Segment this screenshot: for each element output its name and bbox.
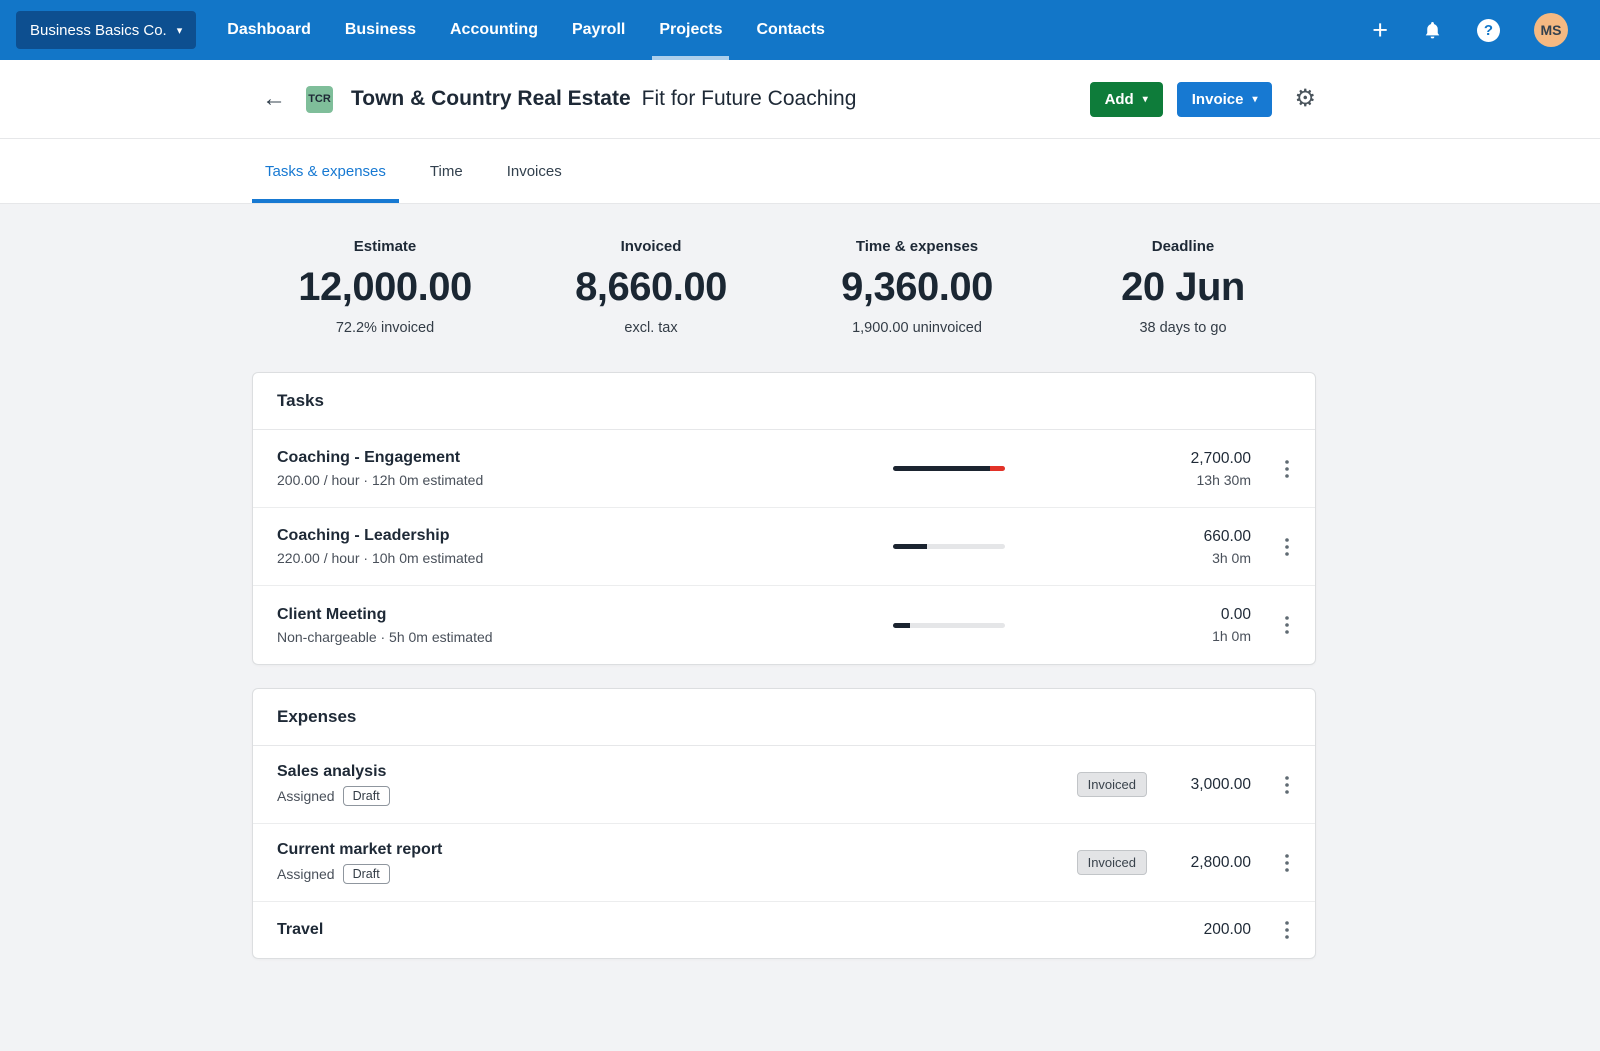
task-row[interactable]: Coaching - Leadership 220.00 / hour · 10… xyxy=(253,508,1315,586)
stat-estimate: Estimate 12,000.00 72.2% invoiced xyxy=(252,238,518,336)
expense-row[interactable]: Sales analysis Assigned Draft Invoiced 3… xyxy=(253,746,1315,824)
expense-assigned-label: Assigned xyxy=(277,788,335,804)
chevron-down-icon: ▾ xyxy=(1252,94,1257,105)
stat-invoiced: Invoiced 8,660.00 excl. tax xyxy=(518,238,784,336)
org-selector[interactable]: Business Basics Co. ▾ xyxy=(16,11,196,49)
expense-row[interactable]: Travel 200.00 xyxy=(253,902,1315,958)
draft-badge: Draft xyxy=(343,786,390,806)
nav-item-business[interactable]: Business xyxy=(328,0,433,60)
tasks-card-title: Tasks xyxy=(253,373,1315,430)
kebab-menu-icon[interactable] xyxy=(1251,538,1291,556)
page-header-band: ← TCR Town & Country Real Estate Fit for… xyxy=(0,60,1600,139)
nav-item-accounting[interactable]: Accounting xyxy=(433,0,555,60)
client-initials-badge: TCR xyxy=(306,86,333,113)
project-stats: Estimate 12,000.00 72.2% invoiced Invoic… xyxy=(252,238,1316,336)
task-amount: 0.00 xyxy=(1091,606,1251,624)
task-amount: 2,700.00 xyxy=(1091,450,1251,468)
task-progress-bar xyxy=(893,466,1005,471)
task-name: Coaching - Leadership xyxy=(277,527,893,545)
add-button[interactable]: Add ▾ xyxy=(1090,82,1163,117)
task-detail: 200.00 / hour · 12h 0m estimated xyxy=(277,472,893,488)
expense-row[interactable]: Current market report Assigned Draft Inv… xyxy=(253,824,1315,902)
project-name: Fit for Future Coaching xyxy=(642,87,857,111)
task-detail: 220.00 / hour · 10h 0m estimated xyxy=(277,550,893,566)
task-amount: 660.00 xyxy=(1091,528,1251,546)
invoiced-badge: Invoiced xyxy=(1077,850,1147,875)
task-progress-bar xyxy=(893,544,1005,549)
add-new-icon[interactable]: + xyxy=(1372,17,1388,44)
task-name: Coaching - Engagement xyxy=(277,449,893,467)
expenses-card: Expenses Sales analysis Assigned Draft I… xyxy=(252,688,1316,959)
draft-badge: Draft xyxy=(343,864,390,884)
kebab-menu-icon[interactable] xyxy=(1251,921,1291,939)
task-time-logged: 13h 30m xyxy=(1091,472,1251,488)
notifications-bell-icon[interactable] xyxy=(1422,19,1443,41)
invoice-button[interactable]: Invoice ▾ xyxy=(1177,82,1273,117)
help-icon[interactable]: ? xyxy=(1477,19,1500,42)
chevron-down-icon: ▾ xyxy=(177,24,183,37)
tab-tasks-expenses[interactable]: Tasks & expenses xyxy=(252,139,399,203)
task-row[interactable]: Coaching - Engagement 200.00 / hour · 12… xyxy=(253,430,1315,508)
tabs-band: Tasks & expenses Time Invoices xyxy=(0,139,1600,204)
gear-icon[interactable]: ⚙ xyxy=(1294,87,1316,111)
back-arrow-icon[interactable]: ← xyxy=(252,87,298,111)
kebab-menu-icon[interactable] xyxy=(1251,616,1291,634)
chevron-down-icon: ▾ xyxy=(1143,94,1148,105)
avatar[interactable]: MS xyxy=(1534,13,1568,47)
main-nav: Dashboard Business Accounting Payroll Pr… xyxy=(210,0,842,60)
nav-item-projects[interactable]: Projects xyxy=(642,0,739,60)
org-selector-label: Business Basics Co. xyxy=(30,22,167,39)
expense-name: Travel xyxy=(277,921,1147,939)
task-progress-bar xyxy=(893,623,1005,628)
task-detail: Non-chargeable · 5h 0m estimated xyxy=(277,629,893,645)
nav-item-dashboard[interactable]: Dashboard xyxy=(210,0,328,60)
kebab-menu-icon[interactable] xyxy=(1251,460,1291,478)
expense-amount: 3,000.00 xyxy=(1147,776,1251,794)
navbar-right: + ? MS xyxy=(1372,13,1584,47)
stat-time-expenses: Time & expenses 9,360.00 1,900.00 uninvo… xyxy=(784,238,1050,336)
top-navbar: Business Basics Co. ▾ Dashboard Business… xyxy=(0,0,1600,60)
expense-name: Sales analysis xyxy=(277,763,1077,781)
task-time-logged: 1h 0m xyxy=(1091,628,1251,644)
tab-invoices[interactable]: Invoices xyxy=(494,139,575,203)
task-row[interactable]: Client Meeting Non-chargeable · 5h 0m es… xyxy=(253,586,1315,664)
tasks-card: Tasks Coaching - Engagement 200.00 / hou… xyxy=(252,372,1316,665)
stat-deadline: Deadline 20 Jun 38 days to go xyxy=(1050,238,1316,336)
task-name: Client Meeting xyxy=(277,606,893,624)
expense-name: Current market report xyxy=(277,841,1077,859)
page-title: Town & Country Real Estate Fit for Futur… xyxy=(351,87,856,111)
nav-item-payroll[interactable]: Payroll xyxy=(555,0,642,60)
kebab-menu-icon[interactable] xyxy=(1251,854,1291,872)
expenses-card-title: Expenses xyxy=(253,689,1315,746)
expense-amount: 2,800.00 xyxy=(1147,854,1251,872)
expense-amount: 200.00 xyxy=(1147,921,1251,939)
expense-assigned-label: Assigned xyxy=(277,866,335,882)
kebab-menu-icon[interactable] xyxy=(1251,776,1291,794)
invoiced-badge: Invoiced xyxy=(1077,772,1147,797)
task-time-logged: 3h 0m xyxy=(1091,550,1251,566)
tab-time[interactable]: Time xyxy=(417,139,476,203)
client-name: Town & Country Real Estate xyxy=(351,87,631,111)
nav-item-contacts[interactable]: Contacts xyxy=(739,0,841,60)
